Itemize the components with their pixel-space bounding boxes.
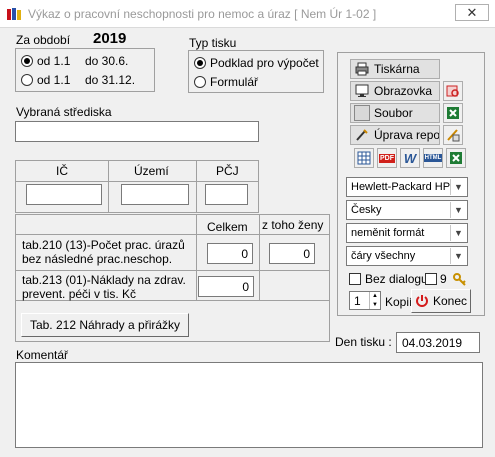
comment-label: Komentář [16, 348, 69, 362]
excel-icon[interactable] [446, 148, 466, 168]
centers-input[interactable] [15, 121, 259, 142]
print-type-basis-label: Podklad pro výpočet [210, 56, 319, 70]
format-select[interactable]: neměnit formát ▼ [346, 223, 468, 243]
key-icon[interactable] [452, 271, 468, 287]
comment-textarea[interactable] [15, 362, 483, 448]
no-dialog-label: Bez dialogu [365, 272, 428, 286]
row2-total-input[interactable]: 0 [198, 276, 254, 297]
period-half-to: do 30.6. [85, 54, 129, 68]
no-dialog-count: 9 [440, 272, 447, 286]
word-icon[interactable]: W [400, 148, 420, 168]
col-total-header: Celkem [207, 220, 248, 234]
title-bar: Výkaz o pracovní neschopnosti pro nemoc … [0, 0, 495, 28]
close-button[interactable]: ✕ [455, 4, 489, 21]
period-year: 2019 [93, 30, 127, 47]
file-button[interactable]: Soubor [350, 103, 440, 123]
edit-report-button[interactable]: Úprava repor [350, 125, 440, 145]
report-designer-icon[interactable] [443, 125, 463, 145]
print-type-radio-basis[interactable] [194, 57, 206, 69]
print-type-label: Typ tisku [189, 36, 237, 50]
row1-total-input[interactable]: 0 [207, 243, 253, 264]
period-radio-half[interactable] [21, 55, 33, 67]
chevron-down-icon: ▼ [450, 225, 466, 241]
period-full-to: do 31.12. [85, 73, 136, 87]
screen-button[interactable]: Obrazovka [350, 81, 440, 101]
print-type-form-label: Formulář [210, 75, 259, 89]
preview-settings-icon[interactable] [443, 81, 463, 101]
monitor-icon [354, 83, 370, 99]
no-dialog-count-checkbox[interactable] [425, 273, 437, 285]
lines-select[interactable]: čáry všechny ▼ [346, 246, 468, 266]
edit-report-icon [354, 127, 370, 143]
col-women-header: z toho ženy [262, 218, 324, 232]
html-icon[interactable]: HTML [423, 148, 443, 168]
ic-input[interactable] [26, 184, 102, 205]
copies-spinner[interactable]: ▲ ▼ [369, 292, 380, 309]
uzemi-input[interactable] [121, 184, 189, 205]
row1-label: tab.210 (13)-Počet prac. úrazů bez násle… [22, 238, 185, 266]
period-radio-full[interactable] [21, 74, 33, 86]
period-full-from: od 1.1 [37, 73, 71, 87]
period-group: od 1.1 do 30.6. od 1.1 do 31.12. [15, 48, 155, 92]
pcj-label: PČJ [216, 164, 239, 178]
row2-label: tab.213 (01)-Náklady na zdrav. prevent. … [22, 273, 186, 301]
period-half-from: od 1.1 [37, 54, 71, 68]
chevron-down-icon: ▼ [450, 248, 466, 264]
client-area: Za období 2019 od 1.1 do 30.6. od 1.1 do… [4, 28, 491, 453]
power-icon [415, 294, 429, 308]
pdf-icon[interactable]: PDF [377, 148, 397, 168]
chevron-down-icon: ▼ [450, 202, 466, 218]
uzemi-label: Území [134, 164, 169, 178]
language-select[interactable]: Česky ▼ [346, 200, 468, 220]
period-label: Za období [16, 33, 71, 47]
chevron-down-icon: ▼ [450, 179, 466, 195]
centers-label: Vybraná střediska [16, 105, 112, 119]
window-title: Výkaz o pracovní neschopnosti pro nemoc … [28, 7, 377, 21]
grid-export-icon[interactable] [354, 148, 374, 168]
ic-label: IČ [56, 164, 68, 178]
print-type-group: Podklad pro výpočet Formulář [188, 50, 324, 93]
app-icon [7, 7, 21, 21]
copies-label: Kopií [385, 295, 413, 309]
date-input[interactable]: 04.03.2019 [396, 332, 480, 353]
file-icon [354, 105, 370, 121]
row1-women-input[interactable]: 0 [269, 243, 315, 264]
printer-select[interactable]: Hewlett-Packard HP ▼ [346, 177, 468, 197]
printer-button[interactable]: Tiskárna [350, 59, 440, 79]
print-type-radio-form[interactable] [194, 76, 206, 88]
pcj-input[interactable] [205, 184, 248, 205]
spin-up-icon[interactable]: ▲ [372, 293, 378, 299]
spin-down-icon[interactable]: ▼ [372, 302, 378, 308]
date-label: Den tisku : [335, 335, 392, 349]
printer-icon [354, 61, 370, 77]
no-dialog-checkbox[interactable] [349, 273, 361, 285]
excel-settings-icon[interactable] [443, 103, 463, 123]
tab212-button[interactable]: Tab. 212 Náhrady a přirážky [21, 313, 189, 337]
end-button[interactable]: Konec [411, 289, 471, 313]
close-icon: ✕ [466, 4, 478, 20]
